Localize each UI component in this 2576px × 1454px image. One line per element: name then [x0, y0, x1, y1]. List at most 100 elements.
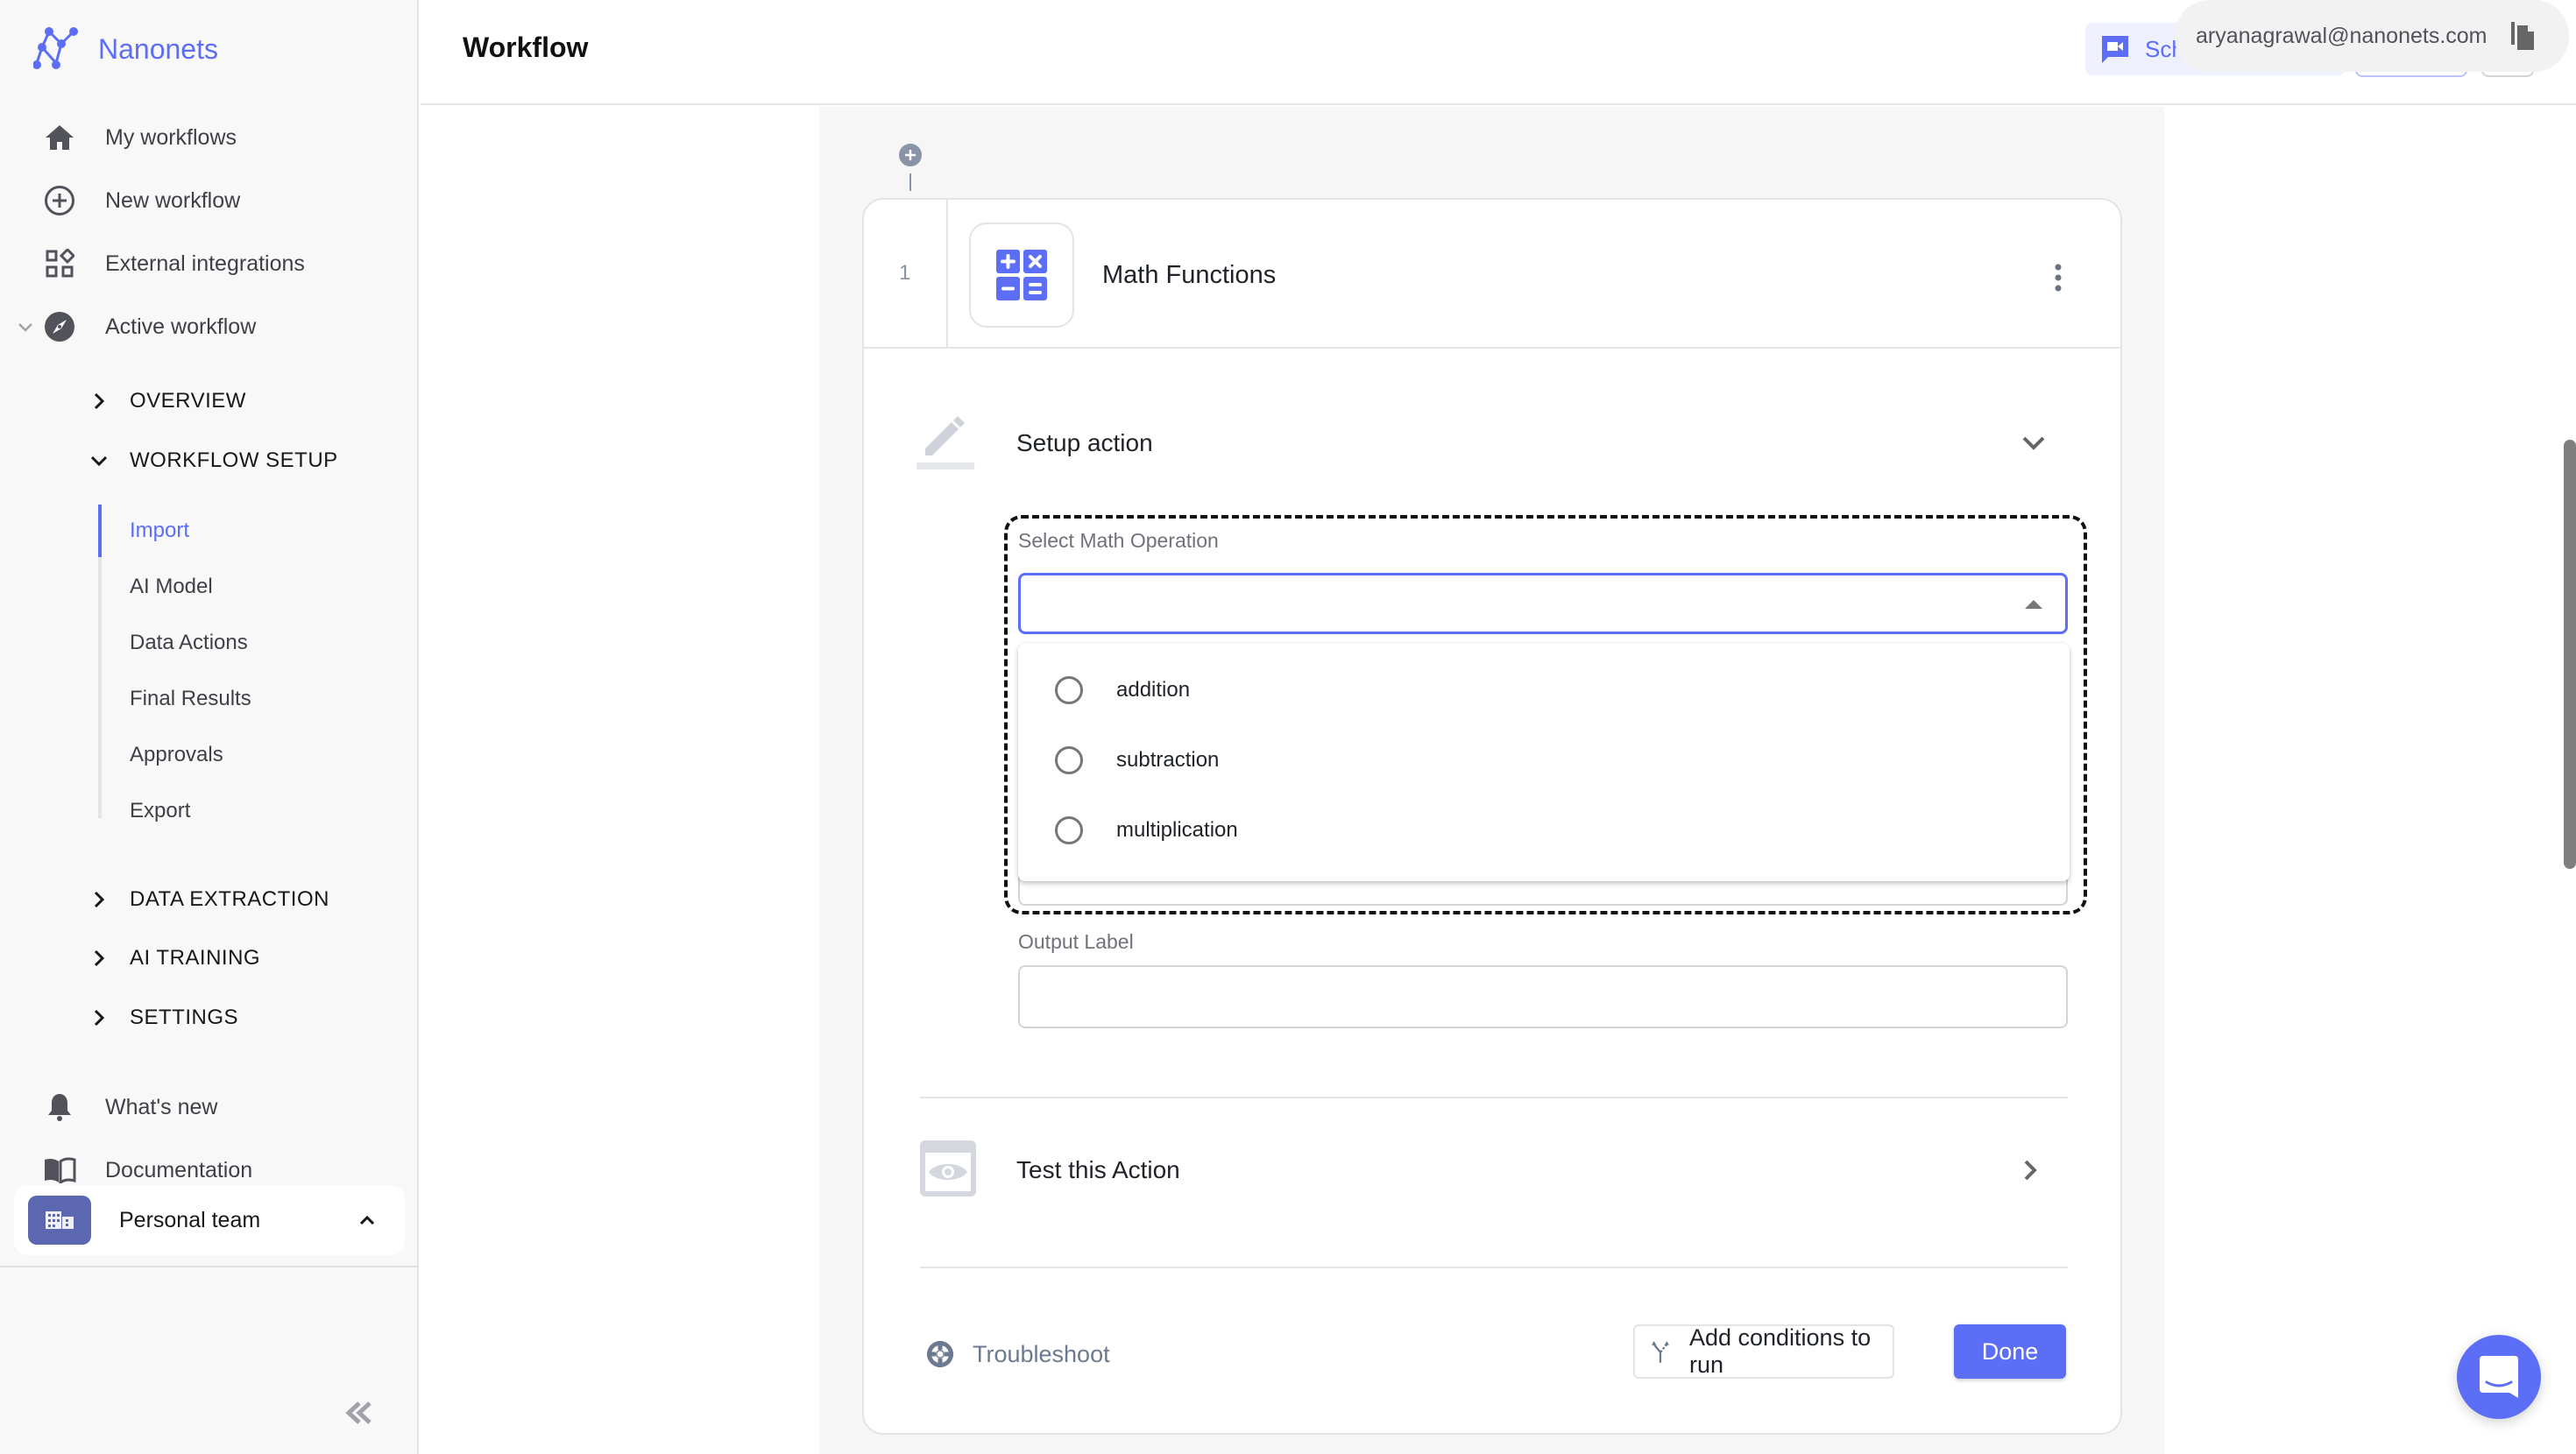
- double-chevron-left-icon: [345, 1401, 372, 1424]
- nanonets-logo-icon: [33, 27, 78, 69]
- app-icon-box: [969, 222, 1074, 328]
- nav-external-integrations[interactable]: External integrations: [0, 237, 417, 290]
- brand-logo[interactable]: Nanonets: [33, 26, 218, 72]
- setup-action-toggle[interactable]: Setup action: [916, 410, 2073, 480]
- step-header: 1 Math Functions: [864, 200, 2120, 349]
- team-switcher[interactable]: Personal team: [14, 1185, 405, 1255]
- home-icon: [42, 120, 77, 155]
- workflow-setup-subnav: Import AI Model Data Actions Final Resul…: [98, 505, 414, 846]
- subnav-data-actions[interactable]: Data Actions: [130, 617, 248, 669]
- nav-label: My workflows: [105, 124, 237, 150]
- output-label-input[interactable]: [1018, 965, 2068, 1028]
- chevron-right-icon: [94, 1009, 105, 1027]
- chevron-up-icon: [359, 1215, 375, 1225]
- section-data-extraction[interactable]: DATA EXTRACTION: [0, 875, 417, 924]
- test-action-title: Test this Action: [1016, 1156, 1180, 1183]
- step-connector: [909, 173, 911, 191]
- add-conditions-button[interactable]: Add conditions to run: [1633, 1324, 1894, 1379]
- page-title: Workflow: [463, 32, 589, 63]
- option-subtraction[interactable]: subtraction: [1018, 725, 2070, 795]
- section-workflow-setup[interactable]: WORKFLOW SETUP: [0, 436, 417, 485]
- chevron-down-icon: [2022, 436, 2045, 450]
- chat-support-button[interactable]: [2457, 1335, 2541, 1419]
- section-label: DATA EXTRACTION: [130, 887, 329, 911]
- user-email: aryanagrawal@nanonets.com: [2196, 23, 2488, 48]
- nav-new-workflow[interactable]: New workflow: [0, 174, 417, 227]
- copy-icon[interactable]: [2510, 21, 2535, 51]
- math-operation-dropdown: addition subtraction multiplication: [1018, 643, 2070, 881]
- pencil-icon: [916, 416, 974, 469]
- brand-name: Nanonets: [98, 32, 218, 65]
- radio-button[interactable]: [1055, 746, 1083, 774]
- chevron-down-icon: [18, 323, 32, 332]
- book-icon: [42, 1153, 77, 1188]
- team-name: Personal team: [119, 1207, 261, 1232]
- subnav-approvals[interactable]: Approvals: [130, 729, 223, 781]
- troubleshoot-link[interactable]: Troubleshoot: [925, 1337, 1110, 1372]
- video-chat-icon: [2102, 36, 2128, 63]
- section-settings[interactable]: SETTINGS: [0, 993, 417, 1042]
- subnav-export[interactable]: Export: [130, 785, 190, 837]
- bell-icon: [42, 1090, 77, 1125]
- chevron-down-icon: [90, 455, 108, 467]
- nav-active-workflow[interactable]: Active workflow: [0, 300, 417, 353]
- preview-eye-icon: [920, 1140, 976, 1196]
- option-addition[interactable]: addition: [1018, 655, 2070, 725]
- math-operation-select[interactable]: [1018, 573, 2068, 634]
- lifebuoy-icon: [927, 1341, 953, 1367]
- subnav-active-indicator: [98, 505, 102, 557]
- add-conditions-label: Add conditions to run: [1688, 1324, 1872, 1378]
- setup-action-title: Setup action: [1016, 429, 1153, 456]
- radio-button[interactable]: [1055, 676, 1083, 704]
- plus-icon: [905, 150, 916, 160]
- section-label: AI TRAINING: [130, 946, 261, 970]
- subnav-import[interactable]: Import: [130, 505, 189, 557]
- nav-my-workflows[interactable]: My workflows: [0, 111, 417, 164]
- nav-label: What's new: [105, 1094, 218, 1119]
- integrations-grid-icon: [42, 246, 77, 281]
- chevron-right-icon: [94, 891, 105, 908]
- nav-whats-new[interactable]: What's new: [0, 1081, 417, 1133]
- done-button[interactable]: Done: [1954, 1324, 2066, 1379]
- option-label: subtraction: [1116, 748, 1220, 772]
- divider: [946, 200, 948, 347]
- section-label: OVERVIEW: [130, 389, 246, 413]
- output-label-label: Output Label: [1018, 930, 1134, 953]
- divider: [920, 1267, 2068, 1268]
- branch-icon: [1651, 1341, 1670, 1363]
- subnav-final-results[interactable]: Final Results: [130, 673, 251, 725]
- chevron-right-icon: [94, 392, 105, 410]
- nav-label: Active workflow: [105, 314, 257, 339]
- plus-circle-icon: [42, 183, 77, 218]
- add-step-button[interactable]: [899, 144, 922, 166]
- chat-bubble-icon: [2480, 1356, 2518, 1398]
- option-label: multiplication: [1116, 818, 1238, 842]
- test-action-toggle[interactable]: Test this Action: [916, 1137, 2073, 1207]
- section-ai-training[interactable]: AI TRAINING: [0, 934, 417, 983]
- radio-button[interactable]: [1055, 816, 1083, 844]
- option-multiplication[interactable]: multiplication: [1018, 795, 2070, 865]
- app-title: Math Functions: [1102, 261, 1277, 289]
- chevron-right-icon: [2024, 1160, 2037, 1181]
- subnav-ai-model[interactable]: AI Model: [130, 561, 213, 613]
- option-label: addition: [1116, 678, 1191, 702]
- divider: [920, 1097, 2068, 1098]
- collapse-sidebar-button[interactable]: [343, 1400, 375, 1426]
- building-icon: [28, 1196, 91, 1245]
- step-number: 1: [899, 261, 911, 285]
- calculator-icon: [996, 250, 1047, 300]
- section-label: SETTINGS: [130, 1006, 239, 1029]
- nav-label: Documentation: [105, 1157, 253, 1182]
- math-operation-label: Select Math Operation: [1018, 529, 1219, 552]
- user-email-tooltip: aryanagrawal@nanonets.com: [2175, 0, 2569, 72]
- kebab-menu-icon[interactable]: [2052, 263, 2064, 293]
- step-card: 1 Math Functions Setup action Select Mat…: [862, 198, 2122, 1435]
- chevron-right-icon: [94, 949, 105, 967]
- vertical-scrollbar[interactable]: [2564, 440, 2576, 869]
- section-overview[interactable]: OVERVIEW: [0, 377, 417, 426]
- sidebar: Nanonets My workflows New workflow Exter…: [0, 0, 419, 1454]
- caret-up-icon: [2025, 600, 2042, 609]
- compass-icon: [42, 309, 77, 344]
- nav-label: External integrations: [105, 251, 305, 276]
- nav-label: New workflow: [105, 187, 241, 213]
